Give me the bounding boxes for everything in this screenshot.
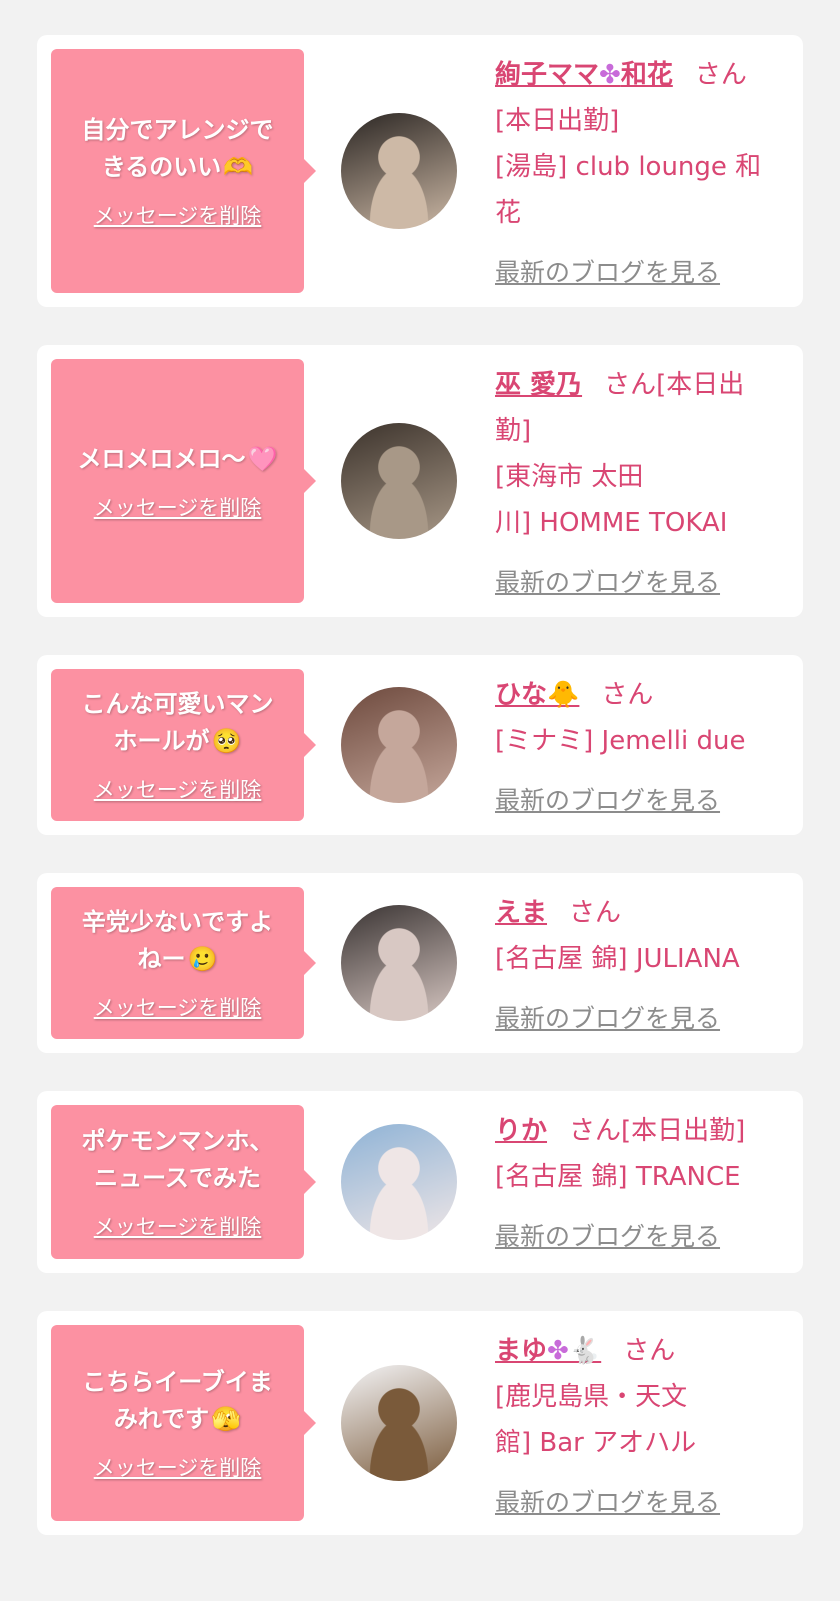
delete-message-link[interactable]: メッセージを削除 (94, 1211, 262, 1241)
delete-message-link[interactable]: メッセージを削除 (94, 774, 262, 804)
message-card: ポケモンマンホ、 ニュースでみた メッセージを削除 りか さん[本日出勤] [名古屋 錦]… (37, 1091, 803, 1273)
cast-name-link[interactable]: 絢子ママ✤和花 (495, 60, 673, 90)
cast-name-line: ひな🐥 さん (495, 672, 789, 718)
delete-message-link[interactable]: メッセージを削除 (94, 492, 262, 522)
name-decoration-icon: 🐥 (547, 680, 580, 710)
message-card: こんな可愛いマンホールが🥺 メッセージを削除 ひな🐥 さん [ミナミ] Jemelli … (37, 655, 803, 835)
cast-name: 絢子ママ (495, 60, 600, 90)
message-card: 辛党少ないですよねー🥲 メッセージを削除 えま さん [名古屋 錦] JULIANA 最新… (37, 873, 803, 1053)
cast-name-link[interactable]: 巫 愛乃 (495, 370, 582, 400)
message-text: ポケモンマンホ、 ニュースでみた (82, 1123, 274, 1197)
message-text: こんな可愛いマンホールが🥺 (82, 686, 274, 760)
name-decoration-icon: ✤ (599, 60, 621, 90)
message-text: メロメロメロ〜🩷 (78, 441, 278, 478)
message-emoji: 🫣 (211, 1405, 242, 1433)
message-line: みれです🫣 (82, 1401, 273, 1438)
delete-message-link[interactable]: メッセージを削除 (94, 200, 262, 230)
message-line: ねー🥲 (82, 941, 273, 978)
shop-info-line: [鹿児島県・天文 (495, 1382, 688, 1412)
shop-info-line: [湯島] club lounge 和 (495, 152, 762, 182)
cast-info: まゆ✤🐇 さん [鹿児島県・天文 館] Bar アオハル最新のブログを見る (495, 1328, 789, 1526)
message-bubble: メロメロメロ〜🩷 メッセージを削除 (51, 359, 316, 603)
cast-name-tail: 和花 (620, 60, 673, 90)
message-emoji: 🥺 (211, 727, 242, 755)
honorific-label: さん[本日出 (604, 370, 745, 400)
latest-blog-link[interactable]: 最新のブログを見る (495, 250, 720, 296)
cast-name: りか (495, 1116, 548, 1146)
message-card: こちらイーブイまみれです🫣 メッセージを削除 まゆ✤🐇 さん [鹿児島県・天文 館] Ba… (37, 1311, 803, 1535)
shop-info-line: [名古屋 錦] TRANCE (495, 1162, 741, 1192)
cast-name: ひな (495, 680, 548, 710)
cast-name-line: まゆ✤🐇 さん (495, 1328, 789, 1374)
message-line: メロメロメロ〜🩷 (78, 441, 278, 478)
message-line: ポケモンマンホ、 (81, 1127, 274, 1155)
message-text: 辛党少ないですよねー🥲 (82, 904, 273, 978)
shop-info-line: 館] Bar アオハル (495, 1428, 697, 1458)
message-line: 自分でアレンジで (81, 116, 274, 144)
cast-info: えま さん [名古屋 錦] JULIANA 最新のブログを見る (495, 890, 789, 1042)
cast-info: ひな🐥 さん [ミナミ] Jemelli due 最新のブログを見る (495, 672, 789, 824)
message-line: こんな可愛いマン (81, 690, 274, 718)
cast-name-link[interactable]: りか (495, 1116, 547, 1146)
avatar[interactable] (341, 905, 457, 1021)
avatar[interactable] (341, 113, 457, 229)
honorific-label: さん (601, 680, 654, 710)
cast-name-link[interactable]: ひな🐥 (495, 680, 579, 710)
latest-blog-link[interactable]: 最新のブログを見る (495, 1214, 720, 1260)
cast-name-line: 絢子ママ✤和花 さん (495, 52, 789, 98)
message-list: 自分でアレンジで きるのいい🫶 メッセージを削除 絢子ママ✤和花 さん [本日出勤] [湯島… (0, 0, 840, 1535)
avatar[interactable] (341, 423, 457, 539)
shop-info-line: [ミナミ] Jemelli due (495, 726, 746, 756)
cast-info: 巫 愛乃 さん[本日出勤] [東海市 太田川] HOMME TOKAI 最新のブログを… (495, 362, 789, 606)
message-card: 自分でアレンジできるのいい🫶 メッセージを削除 絢子ママ✤和花 さん [本日出勤] [湯島… (37, 35, 803, 307)
shop-info-line: [名古屋 錦] JULIANA (495, 944, 740, 974)
shop-info-line: 花 (495, 198, 522, 228)
avatar[interactable] (341, 1124, 457, 1240)
delete-message-link[interactable]: メッセージを削除 (94, 1452, 262, 1482)
shop-info-line: 勤] (495, 416, 532, 446)
message-text: こちらイーブイまみれです🫣 (82, 1364, 273, 1438)
message-emoji: 🩷 (247, 444, 278, 473)
delete-message-link[interactable]: メッセージを削除 (94, 992, 262, 1022)
message-card: メロメロメロ〜🩷 メッセージを削除 巫 愛乃 さん[本日出勤] [東海市 太田川] HO… (37, 345, 803, 617)
message-line: こちらイーブイま (82, 1368, 273, 1396)
message-line: きるのいい🫶 (82, 149, 274, 186)
cast-name: えま (495, 898, 548, 928)
latest-blog-link[interactable]: 最新のブログを見る (495, 1480, 720, 1526)
honorific-label: さん (623, 1336, 676, 1366)
cast-name-link[interactable]: えま (495, 898, 547, 928)
honorific-label: さん[本日出勤] (569, 1116, 746, 1146)
message-line: ニュースでみた (94, 1164, 261, 1192)
cast-name-line: 巫 愛乃 さん[本日出 (495, 362, 789, 408)
message-text: 自分でアレンジできるのいい🫶 (82, 112, 274, 186)
cast-name-line: えま さん (495, 890, 789, 936)
avatar[interactable] (341, 1365, 457, 1481)
message-bubble: 自分でアレンジできるのいい🫶 メッセージを削除 (51, 49, 316, 293)
cast-info: りか さん[本日出勤] [名古屋 錦] TRANCE 最新のブログを見る (495, 1108, 789, 1260)
message-line: ホールが🥺 (82, 723, 274, 760)
honorific-label: さん (569, 898, 622, 928)
shop-info-line: 川] HOMME TOKAI (495, 508, 728, 538)
shop-info-line: [本日出勤] (495, 106, 620, 136)
cast-name-link[interactable]: まゆ✤🐇 (495, 1336, 601, 1366)
latest-blog-link[interactable]: 最新のブログを見る (495, 560, 720, 606)
shop-info-line: [東海市 太田 (495, 462, 644, 492)
message-bubble: ポケモンマンホ、 ニュースでみた メッセージを削除 (51, 1105, 316, 1259)
cast-name: 巫 愛乃 (495, 370, 583, 400)
honorific-label: さん (694, 60, 747, 90)
cast-name: まゆ (495, 1336, 548, 1366)
message-bubble: こちらイーブイまみれです🫣 メッセージを削除 (51, 1325, 316, 1521)
latest-blog-link[interactable]: 最新のブログを見る (495, 778, 720, 824)
name-decoration-icon: ✤🐇 (547, 1336, 602, 1366)
message-emoji: 🫶 (223, 153, 254, 181)
message-line: 辛党少ないですよ (81, 908, 274, 936)
message-emoji: 🥲 (187, 945, 218, 973)
cast-name-line: りか さん[本日出勤] (495, 1108, 789, 1154)
message-bubble: こんな可愛いマンホールが🥺 メッセージを削除 (51, 669, 316, 821)
latest-blog-link[interactable]: 最新のブログを見る (495, 996, 720, 1042)
cast-info: 絢子ママ✤和花 さん [本日出勤] [湯島] club lounge 和花最新のブログ… (495, 52, 789, 296)
avatar[interactable] (341, 687, 457, 803)
message-bubble: 辛党少ないですよねー🥲 メッセージを削除 (51, 887, 316, 1039)
